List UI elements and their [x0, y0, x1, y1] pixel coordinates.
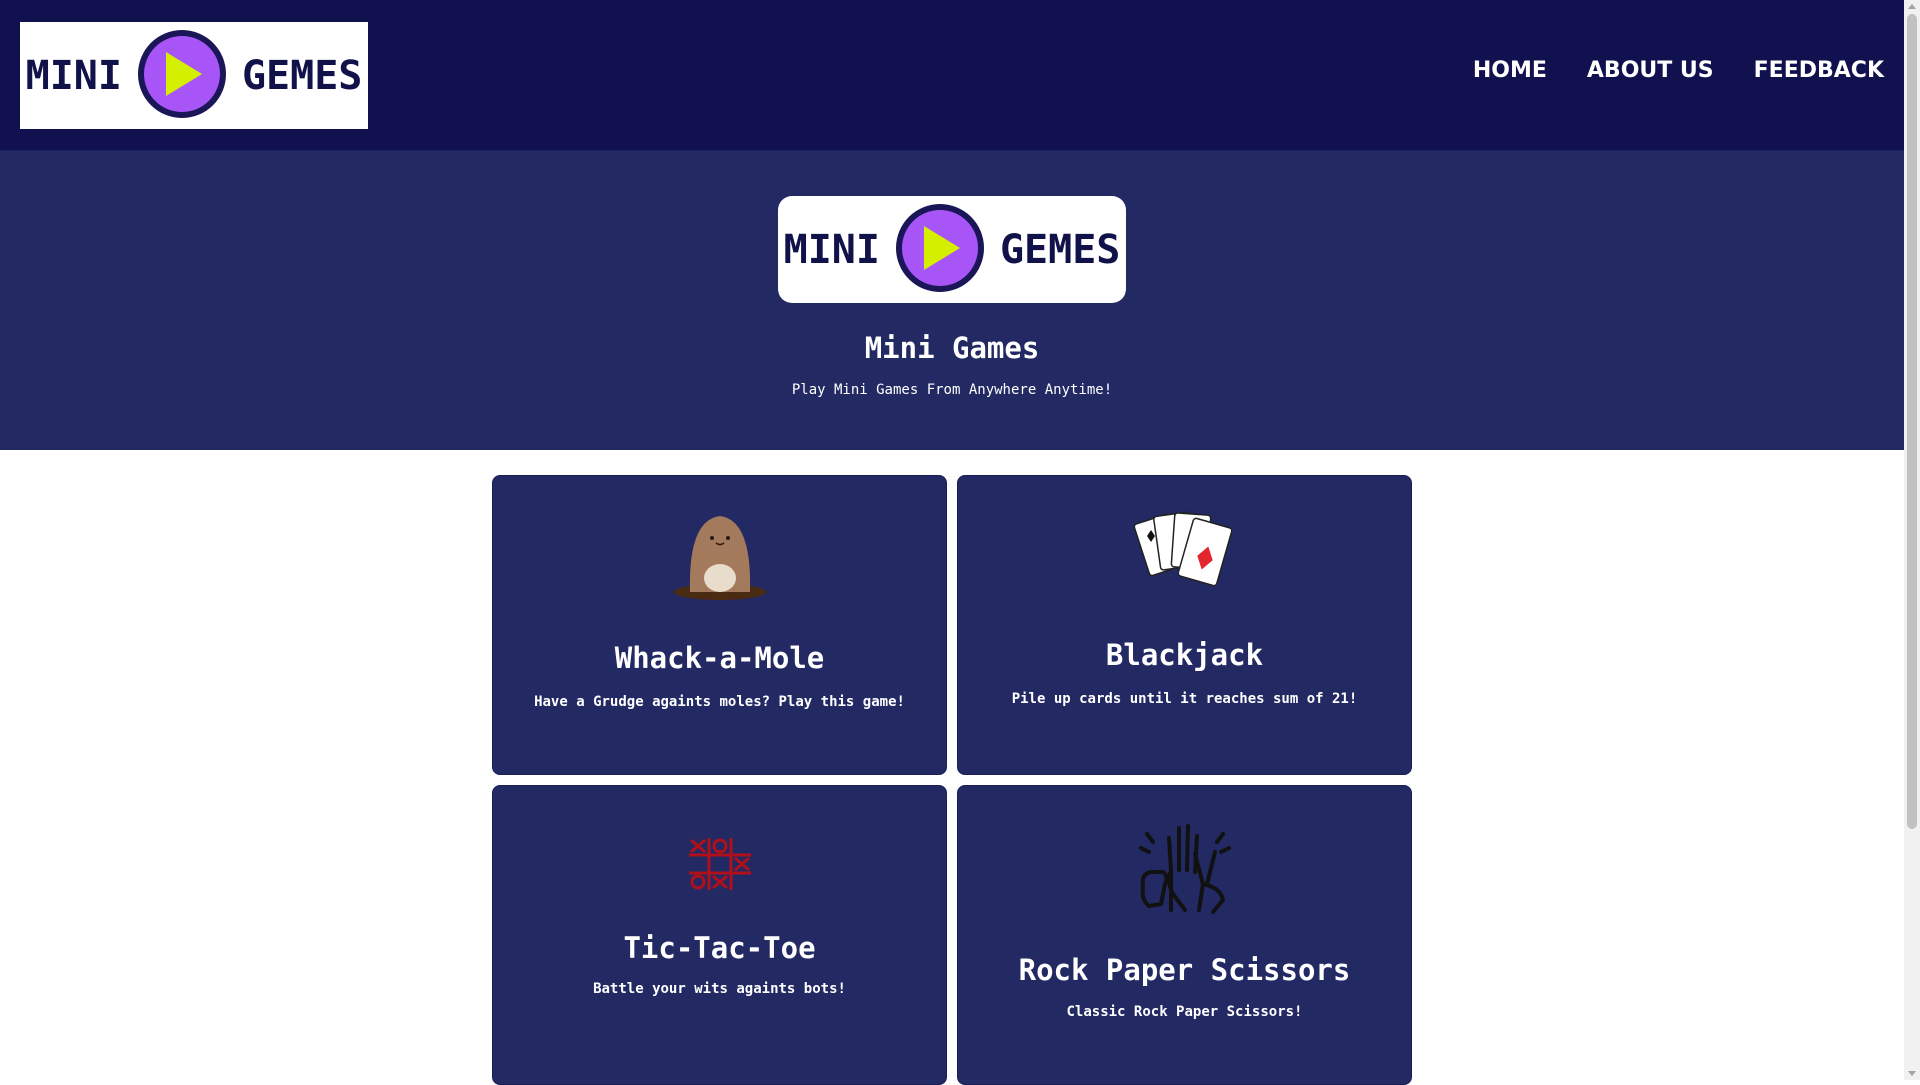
play-button-icon	[894, 202, 986, 298]
logo-text-left: MINI	[25, 52, 122, 99]
game-card-whack-a-mole[interactable]: Whack-a-Mole Have a Grudge againts moles…	[492, 475, 947, 775]
mole-icon	[493, 508, 946, 600]
card-description: Classic Rock Paper Scissors!	[1066, 1004, 1303, 1020]
game-card-tic-tac-toe[interactable]: Tic-Tac-Toe Battle your wits againts bot…	[492, 785, 947, 1085]
site-logo[interactable]: MINI GEMES	[20, 22, 368, 129]
card-description: Have a Grudge againts moles? Play this g…	[534, 694, 905, 710]
logo-text-left: MINI	[783, 226, 880, 273]
hero-subtitle: Play Mini Games From Anywhere Anytime!	[791, 382, 1113, 398]
scroll-down-arrow-icon[interactable]	[1908, 1071, 1916, 1076]
tic-tac-toe-icon	[493, 836, 946, 892]
navbar: MINI GEMES HOME ABOUT US FEEDBACK	[0, 0, 1904, 151]
scrollbar-thumb[interactable]	[1907, 14, 1917, 829]
card-description: Battle your wits againts bots!	[593, 981, 846, 997]
hand-gestures-icon	[958, 814, 1411, 918]
card-title: Rock Paper Scissors	[1018, 953, 1351, 987]
vertical-scrollbar[interactable]	[1904, 0, 1920, 1080]
logo-text-right: GEMES	[241, 52, 363, 99]
logo-text-right: GEMES	[999, 226, 1121, 273]
nav-link-home[interactable]: HOME	[1473, 58, 1547, 83]
hero-logo: MINI GEMES	[778, 196, 1126, 303]
card-description: Pile up cards until it reaches sum of 21…	[1011, 691, 1358, 707]
game-card-rock-paper-scissors[interactable]: Rock Paper Scissors Classic Rock Paper S…	[957, 785, 1412, 1085]
play-button-icon	[136, 28, 228, 124]
card-title: Tic-Tac-Toe	[623, 931, 816, 965]
nav-links: HOME ABOUT US FEEDBACK	[1473, 58, 1884, 83]
hero-title: Mini Games	[864, 331, 1040, 365]
scroll-up-arrow-icon[interactable]	[1908, 4, 1916, 9]
card-title: Blackjack	[1105, 638, 1264, 672]
game-card-blackjack[interactable]: Blackjack Pile up cards until it reaches…	[957, 475, 1412, 775]
hero-section: MINI GEMES Mini Games Play Mini Games Fr…	[0, 151, 1904, 450]
playing-cards-icon	[958, 506, 1411, 602]
card-title: Whack-a-Mole	[614, 641, 825, 675]
nav-link-about-us[interactable]: ABOUT US	[1587, 58, 1714, 83]
nav-link-feedback[interactable]: FEEDBACK	[1754, 58, 1884, 83]
